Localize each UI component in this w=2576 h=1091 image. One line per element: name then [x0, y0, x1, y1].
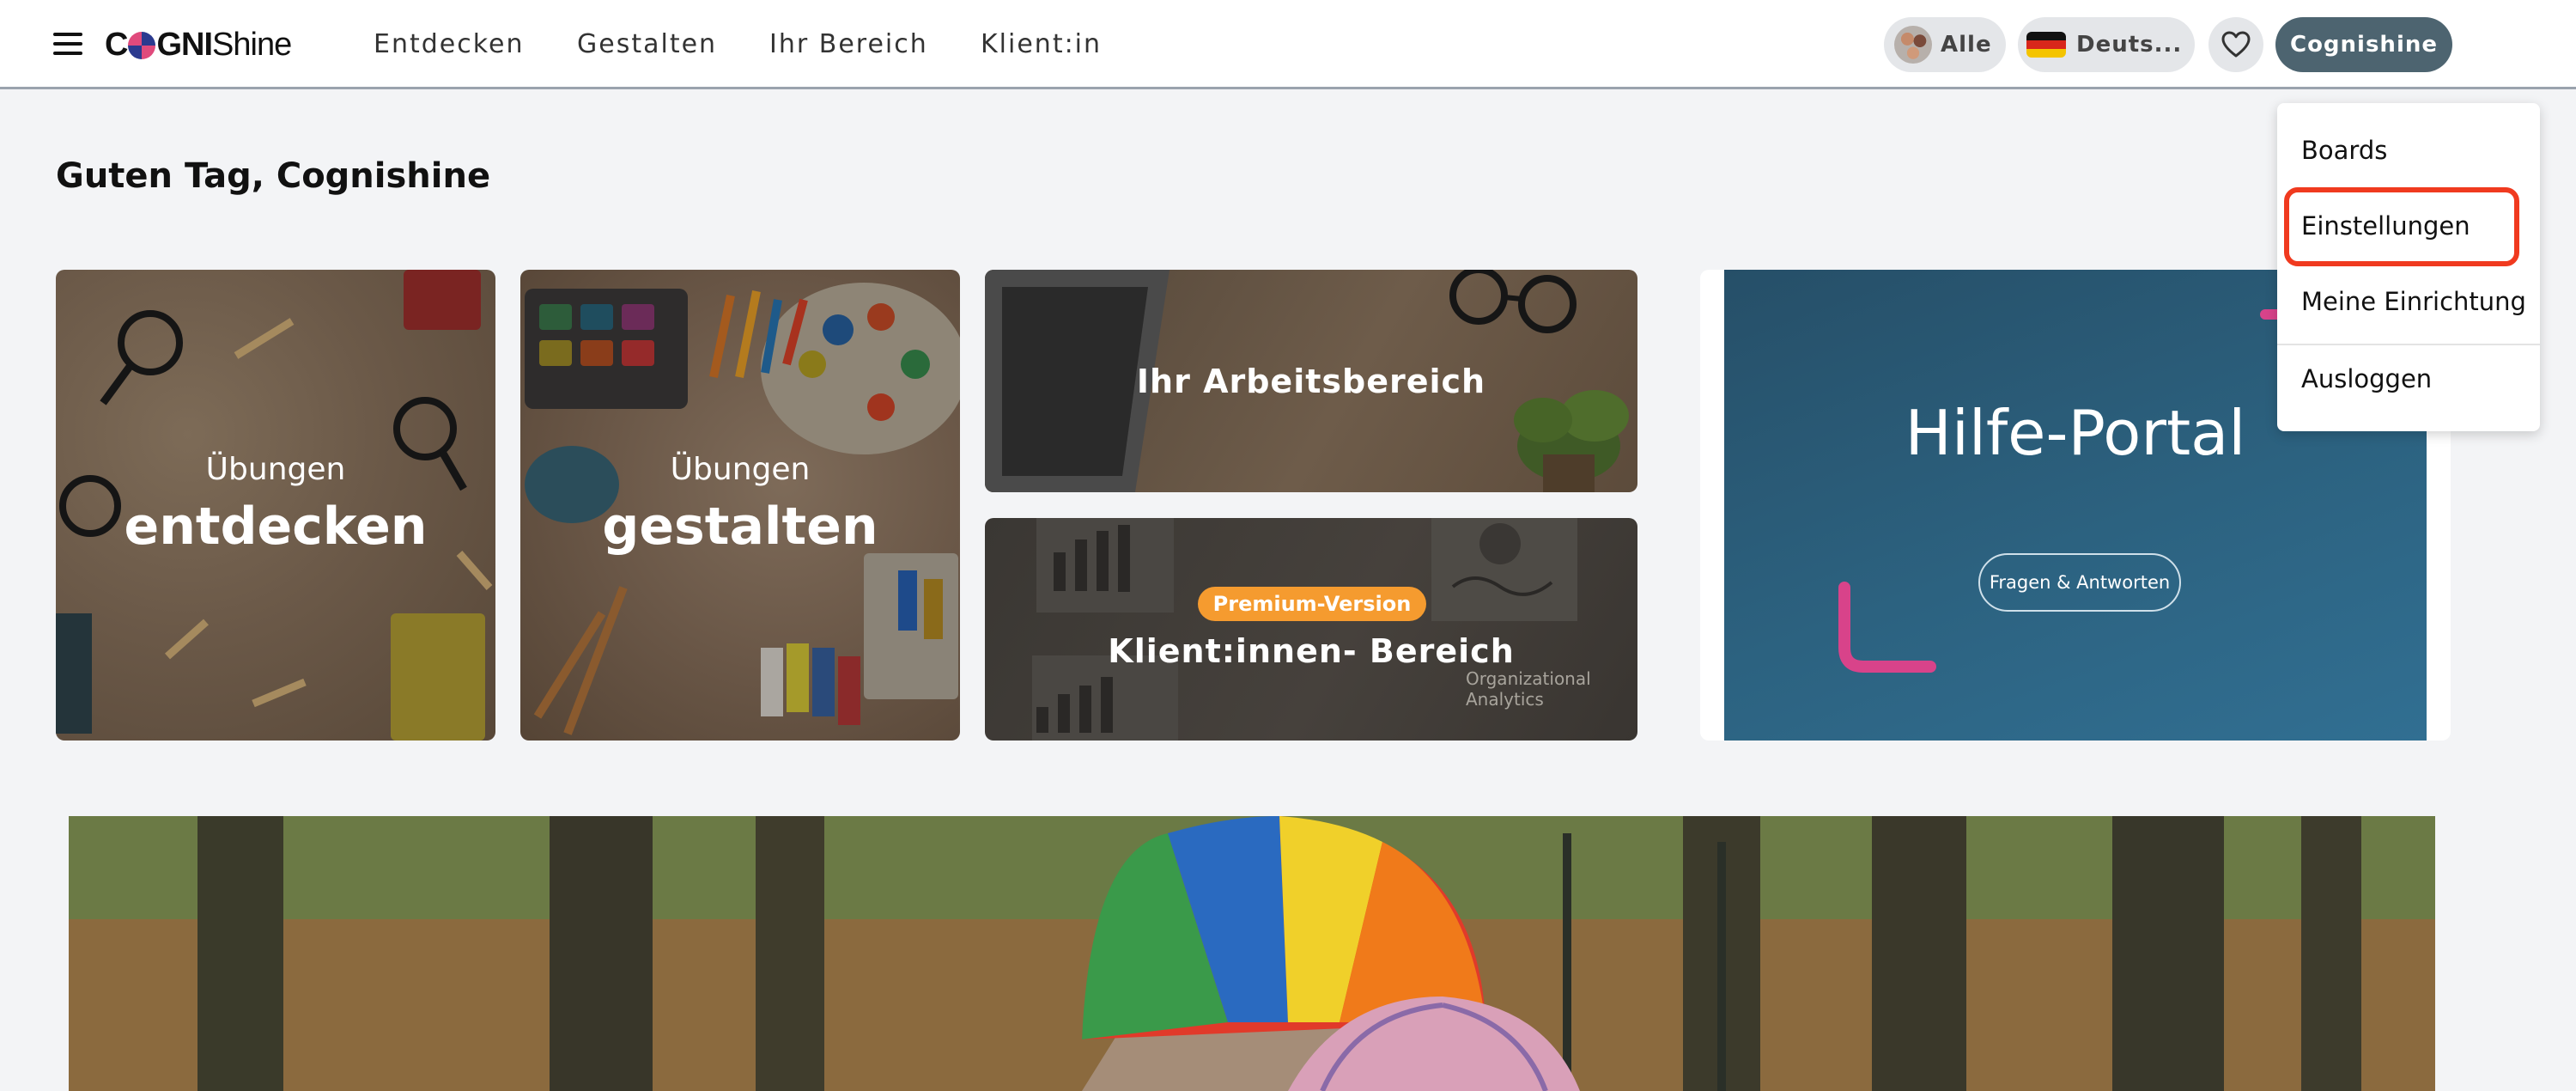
tile-client-area[interactable]: Organizational Analytics Premium-Version… — [985, 518, 1637, 741]
tile-workspace[interactable]: Ihr Arbeitsbereich — [985, 270, 1637, 492]
top-bar: C GNI Shine Entdecken Gestalten Ihr Bere… — [0, 0, 2576, 89]
client-area-bg-label: Organizational Analytics — [1466, 668, 1629, 710]
language-selector[interactable]: Deuts... — [2018, 17, 2195, 72]
logo[interactable]: C GNI Shine — [105, 24, 292, 65]
user-menu-button[interactable]: Cognishine — [2275, 17, 2452, 72]
create-small-label: Übungen — [670, 452, 811, 487]
create-big-label: gestalten — [602, 497, 878, 557]
menu-divider — [2277, 344, 2540, 345]
settings-highlight-marker — [2284, 187, 2519, 266]
menu-item-my-facility[interactable]: Meine Einrichtung — [2301, 287, 2526, 316]
audience-icon — [1894, 26, 1932, 64]
client-bg-text-1: Organizational — [1466, 668, 1591, 689]
explore-big-label: entdecken — [124, 497, 428, 557]
faq-button[interactable]: Fragen & Antworten — [1978, 553, 2181, 612]
logo-light-text: Shine — [212, 26, 292, 63]
germany-flag-icon — [2026, 32, 2066, 58]
nav-entdecken[interactable]: Entdecken — [374, 26, 525, 64]
favorites-button[interactable] — [2208, 17, 2263, 72]
heart-icon — [2221, 31, 2251, 58]
hero-illustration — [69, 816, 2435, 1091]
nav-gestalten[interactable]: Gestalten — [577, 26, 717, 64]
user-dropdown-menu: Boards Einstellungen Meine Einrichtung A… — [2277, 103, 2540, 431]
audience-selector[interactable]: Alle — [1884, 17, 2006, 72]
tile-create-exercises[interactable]: Übungen gestalten — [520, 270, 960, 741]
explore-small-label: Übungen — [205, 452, 346, 487]
hero-image — [69, 816, 2435, 1091]
workspace-title: Ihr Arbeitsbereich — [1136, 363, 1486, 400]
language-label: Deuts... — [2076, 32, 2183, 58]
page-greeting: Guten Tag, Cognishine — [56, 156, 491, 196]
nav-klientin[interactable]: Klient:in — [981, 26, 1102, 64]
audience-label: Alle — [1941, 32, 1992, 58]
menu-item-boards[interactable]: Boards — [2301, 136, 2387, 165]
logo-letter-c: C — [105, 26, 128, 63]
client-area-title: Klient:innen- Bereich — [1108, 632, 1515, 670]
nav-ihr-bereich[interactable]: Ihr Bereich — [769, 26, 928, 64]
logo-mark-icon — [128, 32, 156, 59]
premium-badge: Premium-Version — [1198, 587, 1426, 621]
tile-explore-exercises[interactable]: Übungen entdecken — [56, 270, 495, 741]
logo-bold-text: GNI — [156, 26, 213, 63]
menu-icon[interactable] — [53, 33, 82, 57]
menu-item-logout[interactable]: Ausloggen — [2301, 364, 2432, 393]
client-bg-text-2: Analytics — [1466, 689, 1544, 710]
